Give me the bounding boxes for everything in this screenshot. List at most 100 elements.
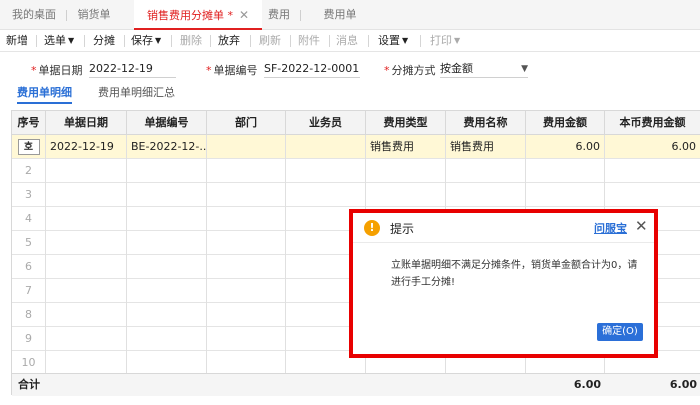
tab-my-desktop[interactable]: 我的桌面 bbox=[4, 0, 64, 30]
col-name: 费用名称 bbox=[446, 111, 526, 135]
toolbar-separator bbox=[84, 35, 85, 47]
cell-amount[interactable] bbox=[526, 159, 605, 183]
col-date: 单据日期 bbox=[46, 111, 127, 135]
toolbar-separator bbox=[329, 35, 330, 47]
method-label: * 分摊方式 bbox=[384, 62, 436, 78]
toolbar-separator bbox=[36, 35, 37, 47]
tab-expense[interactable]: 费用 bbox=[262, 0, 296, 30]
cell-name[interactable]: 销售费用 bbox=[446, 135, 526, 159]
delete-button[interactable]: 删除 bbox=[180, 30, 202, 52]
cell-dept[interactable] bbox=[207, 327, 286, 351]
cell-date[interactable] bbox=[46, 255, 127, 279]
tab-sales-order[interactable]: 销货单 bbox=[68, 0, 120, 30]
refresh-button[interactable]: 刷新 bbox=[259, 30, 281, 52]
cell-doc-no[interactable] bbox=[127, 231, 207, 255]
cell-date[interactable] bbox=[46, 327, 127, 351]
cell-doc-no[interactable] bbox=[127, 303, 207, 327]
cell-date[interactable] bbox=[46, 351, 127, 375]
cell-local-amount[interactable]: 6.00 bbox=[605, 135, 700, 159]
print-button[interactable]: 打印 ▼ bbox=[430, 30, 460, 52]
dialog-highlight-frame: ! 提示 问服宝 ✕ 立账单据明细不满足分摊条件，销货单金额合计为0，请进行手工… bbox=[349, 209, 658, 358]
cell-local-amount[interactable] bbox=[605, 159, 700, 183]
cell-amount[interactable] bbox=[526, 183, 605, 207]
cell-dept[interactable] bbox=[207, 255, 286, 279]
cell-date[interactable] bbox=[46, 159, 127, 183]
cell-dept[interactable] bbox=[207, 279, 286, 303]
select-order-button[interactable]: 选单 ▼ bbox=[44, 30, 74, 52]
cell-dept[interactable] bbox=[207, 159, 286, 183]
cell-doc-no[interactable] bbox=[127, 255, 207, 279]
cell-date[interactable] bbox=[46, 303, 127, 327]
split-button[interactable]: 分摊 bbox=[93, 30, 115, 52]
detail-tabs: 费用单明细 费用单明细汇总 bbox=[0, 84, 700, 106]
discard-button[interactable]: 放弃 bbox=[218, 30, 240, 52]
tab-separator bbox=[300, 10, 301, 21]
col-staff: 业务员 bbox=[286, 111, 366, 135]
attachment-button[interactable]: 附件 bbox=[298, 30, 320, 52]
dialog-header: ! 提示 问服宝 ✕ bbox=[353, 213, 654, 243]
tab-label: 我的桌面 bbox=[12, 8, 56, 21]
table-row[interactable]: 3 bbox=[12, 183, 700, 207]
cell-staff[interactable] bbox=[286, 183, 366, 207]
cell-date[interactable] bbox=[46, 183, 127, 207]
tab-close-icon[interactable]: ✕ bbox=[239, 8, 249, 22]
cell-type[interactable] bbox=[366, 183, 446, 207]
cell-date[interactable] bbox=[46, 231, 127, 255]
cell-doc-no[interactable] bbox=[127, 159, 207, 183]
cell-amount[interactable]: 6.00 bbox=[526, 135, 605, 159]
col-doc-no: 单据编号 bbox=[127, 111, 207, 135]
select-order-label: 选单 bbox=[44, 34, 66, 47]
cell-doc-no[interactable]: BE-2022-12-... bbox=[127, 135, 207, 159]
tab-expense-summary[interactable]: 费用单明细汇总 bbox=[98, 84, 175, 104]
cell-doc-no[interactable] bbox=[127, 183, 207, 207]
doc-date-field[interactable]: 2022-12-19 bbox=[89, 60, 176, 78]
prompt-dialog: ! 提示 问服宝 ✕ 立账单据明细不满足分摊条件，销货单金额合计为0，请进行手工… bbox=[353, 213, 654, 354]
help-link[interactable]: 问服宝 bbox=[594, 220, 627, 236]
close-icon[interactable]: ✕ bbox=[635, 217, 648, 235]
message-button[interactable]: 消息 bbox=[336, 30, 358, 52]
ok-button[interactable]: 确定(O) bbox=[597, 323, 643, 341]
cell-dept[interactable] bbox=[207, 351, 286, 375]
cell-doc-no[interactable] bbox=[127, 327, 207, 351]
row-action-button[interactable]: 호 bbox=[17, 139, 40, 155]
tab-label: 销货单 bbox=[77, 8, 111, 21]
cell-name[interactable] bbox=[446, 159, 526, 183]
cell-date[interactable] bbox=[46, 207, 127, 231]
cell-dept[interactable] bbox=[207, 231, 286, 255]
toolbar-separator bbox=[171, 35, 172, 47]
cell-local-amount[interactable] bbox=[605, 183, 700, 207]
document-tab-bar: 我的桌面 销货单 销售费用分摊单 * ✕ 费用 费用单 bbox=[0, 0, 700, 30]
cell-type[interactable] bbox=[366, 159, 446, 183]
save-button[interactable]: 保存 ▼ bbox=[131, 30, 161, 52]
doc-no-field[interactable]: SF-2022-12-0001 bbox=[264, 60, 360, 78]
toolbar-separator bbox=[250, 35, 251, 47]
col-local-amount: 本币费用金额 bbox=[605, 111, 700, 135]
cell-dept[interactable] bbox=[207, 207, 286, 231]
cell-dept[interactable] bbox=[207, 135, 286, 159]
row-number: 7 bbox=[12, 279, 46, 303]
method-select[interactable]: 按金额 ▼ bbox=[440, 60, 528, 78]
cell-doc-no[interactable] bbox=[127, 351, 207, 375]
cell-date[interactable] bbox=[46, 279, 127, 303]
cell-dept[interactable] bbox=[207, 183, 286, 207]
col-amount: 费用金额 bbox=[526, 111, 605, 135]
row-number: 8 bbox=[12, 303, 46, 327]
table-row[interactable]: 호 2022-12-19 BE-2022-12-... 销售费用 销售费用 6.… bbox=[12, 135, 700, 159]
cell-doc-no[interactable] bbox=[127, 279, 207, 303]
table-row[interactable]: 2 bbox=[12, 159, 700, 183]
cell-doc-no[interactable] bbox=[127, 207, 207, 231]
tab-expense-doc[interactable]: 费用单 bbox=[316, 0, 364, 30]
new-button[interactable]: 新增 bbox=[6, 30, 28, 52]
cell-name[interactable] bbox=[446, 183, 526, 207]
tab-sales-expense-allocation[interactable]: 销售费用分摊单 * ✕ bbox=[134, 0, 262, 30]
tab-label: 费用单 bbox=[323, 8, 357, 21]
grid-header: 序号 单据日期 单据编号 部门 业务员 费用类型 费用名称 费用金额 本币费用金… bbox=[12, 111, 700, 135]
settings-button[interactable]: 设置 ▼ bbox=[378, 30, 408, 52]
cell-staff[interactable] bbox=[286, 159, 366, 183]
cell-date[interactable]: 2022-12-19 bbox=[46, 135, 127, 159]
cell-staff[interactable] bbox=[286, 135, 366, 159]
tab-label: 费用 bbox=[268, 8, 290, 21]
tab-expense-detail[interactable]: 费用单明细 bbox=[17, 84, 72, 104]
cell-dept[interactable] bbox=[207, 303, 286, 327]
cell-type[interactable]: 销售费用 bbox=[366, 135, 446, 159]
